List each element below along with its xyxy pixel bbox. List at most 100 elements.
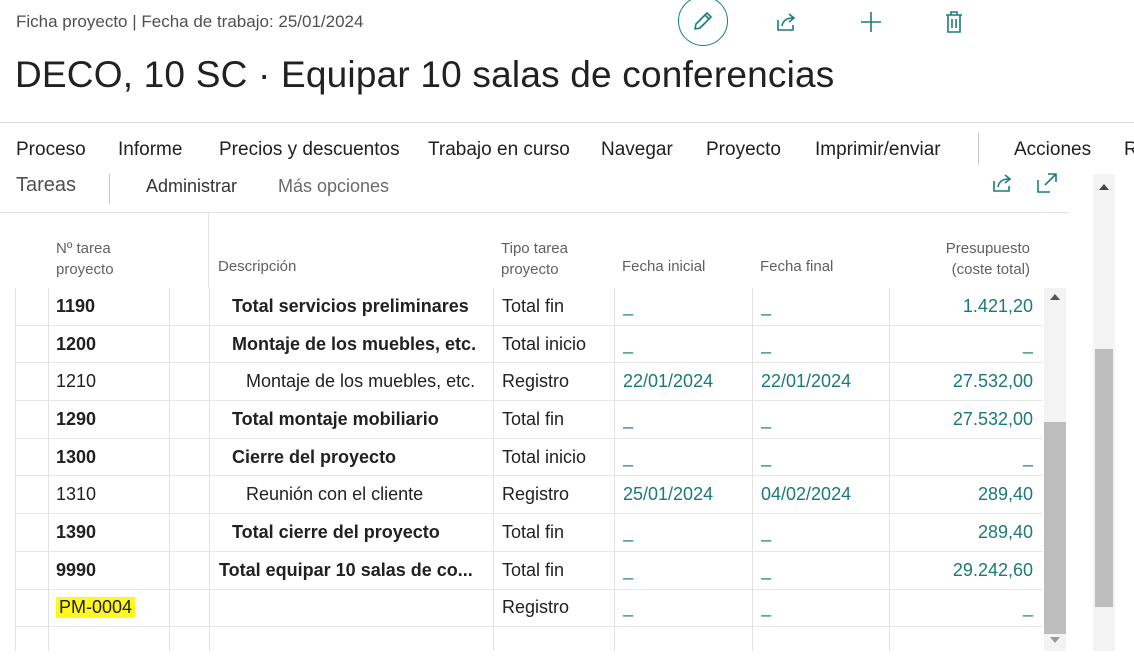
- grid-line: [889, 288, 890, 651]
- cell-start[interactable]: _: [623, 439, 759, 476]
- share-button[interactable]: [760, 2, 812, 42]
- cell-no-text: 1190: [56, 295, 96, 316]
- cell-start-text: _: [623, 295, 634, 316]
- cell-desc[interactable]: [232, 590, 505, 627]
- cell-budget[interactable]: 27.532,00: [895, 363, 1033, 400]
- col-header-desc[interactable]: Descripción: [218, 256, 296, 277]
- cell-type[interactable]: Total inicio: [502, 326, 620, 363]
- cell-desc[interactable]: Total servicios preliminares: [232, 288, 505, 325]
- cell-type[interactable]: Registro: [502, 590, 620, 627]
- cell-no[interactable]: 1300: [56, 439, 176, 476]
- cell-budget[interactable]: 289,40: [895, 514, 1033, 551]
- cell-no[interactable]: 9990: [56, 552, 176, 589]
- cell-budget[interactable]: 1.421,20: [895, 288, 1033, 325]
- cell-budget[interactable]: _: [895, 439, 1033, 476]
- cell-end-text: 22/01/2024: [761, 371, 852, 392]
- trash-icon: [946, 11, 962, 33]
- menu-proceso[interactable]: Proceso: [16, 139, 86, 161]
- cell-start[interactable]: _: [623, 326, 759, 363]
- cell-end[interactable]: _: [761, 514, 897, 551]
- cell-type-text: Total fin: [502, 408, 565, 429]
- cell-type[interactable]: Registro: [502, 363, 620, 400]
- new-button[interactable]: [845, 2, 897, 42]
- menu-informe[interactable]: Informe: [118, 139, 182, 161]
- cell-no[interactable]: 1310: [56, 477, 176, 514]
- cell-end[interactable]: _: [761, 552, 897, 589]
- cell-end[interactable]: 04/02/2024: [761, 477, 897, 514]
- cell-budget[interactable]: 29.242,60: [895, 552, 1033, 589]
- cell-start[interactable]: _: [623, 288, 759, 325]
- cell-end[interactable]: _: [761, 288, 897, 325]
- edit-button[interactable]: [678, 0, 728, 46]
- cell-budget-text: 29.242,60: [952, 559, 1033, 580]
- cell-desc[interactable]: Montaje de los muebles, etc.: [232, 326, 505, 363]
- cell-start[interactable]: _: [623, 514, 759, 551]
- cell-no[interactable]: 1390: [56, 514, 176, 551]
- cell-budget-text: _: [1022, 597, 1033, 618]
- cell-start[interactable]: _: [623, 590, 759, 627]
- cell-budget-text: 289,40: [977, 522, 1033, 543]
- scroll-down-icon[interactable]: [1050, 637, 1060, 643]
- part-title[interactable]: Tareas: [16, 174, 76, 197]
- cell-no[interactable]: 1210: [56, 363, 176, 400]
- col-header-end[interactable]: Fecha final: [760, 256, 833, 277]
- cell-desc[interactable]: Total montaje mobiliario: [232, 401, 505, 438]
- expand-button[interactable]: [1036, 172, 1058, 199]
- cell-end[interactable]: _: [761, 326, 897, 363]
- cell-start[interactable]: _: [623, 552, 759, 589]
- cell-budget-text: 1.421,20: [962, 295, 1033, 316]
- cell-desc-text: Cierre del proyecto: [232, 446, 397, 467]
- cell-type[interactable]: Total inicio: [502, 439, 620, 476]
- tab-administrar[interactable]: Administrar: [146, 176, 237, 197]
- cell-budget[interactable]: 289,40: [895, 477, 1033, 514]
- page-scrollbar[interactable]: [1093, 174, 1115, 651]
- menu-navegar[interactable]: Navegar: [601, 139, 673, 161]
- cell-type[interactable]: Total fin: [502, 514, 620, 551]
- cell-end-text: _: [761, 559, 772, 580]
- cell-desc[interactable]: Total cierre del proyecto: [232, 514, 505, 551]
- cell-no-text: 1210: [56, 371, 97, 392]
- menu-truncated[interactable]: R: [1124, 139, 1134, 161]
- cell-type[interactable]: Total fin: [502, 552, 620, 589]
- menu-precios-descuentos[interactable]: Precios y descuentos: [219, 139, 400, 161]
- cell-no[interactable]: 1290: [56, 401, 176, 438]
- cell-type[interactable]: Total fin: [502, 288, 620, 325]
- header-divider: [208, 212, 209, 288]
- cell-no[interactable]: 1190: [56, 288, 176, 325]
- col-header-no[interactable]: Nº tarea proyecto: [56, 238, 166, 280]
- cell-budget[interactable]: _: [895, 590, 1033, 627]
- page-scroll-thumb[interactable]: [1095, 349, 1113, 607]
- cell-budget[interactable]: _: [895, 326, 1033, 363]
- scroll-up-icon[interactable]: [1099, 184, 1109, 190]
- col-header-start[interactable]: Fecha inicial: [622, 256, 705, 277]
- cell-end[interactable]: 22/01/2024: [761, 363, 897, 400]
- scroll-up-icon[interactable]: [1050, 294, 1060, 300]
- cell-no[interactable]: PM-0004: [56, 590, 176, 627]
- cell-desc[interactable]: Montaje de los muebles, etc.: [246, 363, 505, 400]
- cell-budget[interactable]: 27.532,00: [895, 401, 1033, 438]
- cell-no[interactable]: 1200: [56, 326, 176, 363]
- part-share-button[interactable]: [990, 172, 1014, 199]
- menu-proyecto[interactable]: Proyecto: [706, 139, 781, 161]
- cell-desc[interactable]: Reunión con el cliente: [246, 477, 505, 514]
- cell-desc[interactable]: Total equipar 10 salas de co...: [219, 552, 505, 589]
- cell-end[interactable]: _: [761, 401, 897, 438]
- menu-trabajo-en-curso[interactable]: Trabajo en curso: [428, 139, 570, 161]
- cell-type[interactable]: Registro: [502, 477, 620, 514]
- menu-imprimir-enviar[interactable]: Imprimir/enviar: [815, 139, 941, 161]
- cell-type[interactable]: Total fin: [502, 401, 620, 438]
- grid-scroll-thumb[interactable]: [1044, 422, 1066, 634]
- tab-mas-opciones[interactable]: Más opciones: [278, 176, 389, 197]
- delete-button[interactable]: [928, 2, 980, 42]
- col-header-type[interactable]: Tipo tarea proyecto: [501, 238, 601, 280]
- cell-start-text: 22/01/2024: [623, 371, 714, 392]
- cell-start[interactable]: 22/01/2024: [623, 363, 759, 400]
- col-header-budget[interactable]: Presupuesto (coste total): [925, 238, 1030, 280]
- grid-scrollbar[interactable]: [1044, 288, 1066, 651]
- menu-acciones[interactable]: Acciones: [1014, 139, 1091, 161]
- cell-start[interactable]: 25/01/2024: [623, 477, 759, 514]
- cell-end[interactable]: _: [761, 439, 897, 476]
- cell-end[interactable]: _: [761, 590, 897, 627]
- cell-desc[interactable]: Cierre del proyecto: [232, 439, 505, 476]
- cell-start[interactable]: _: [623, 401, 759, 438]
